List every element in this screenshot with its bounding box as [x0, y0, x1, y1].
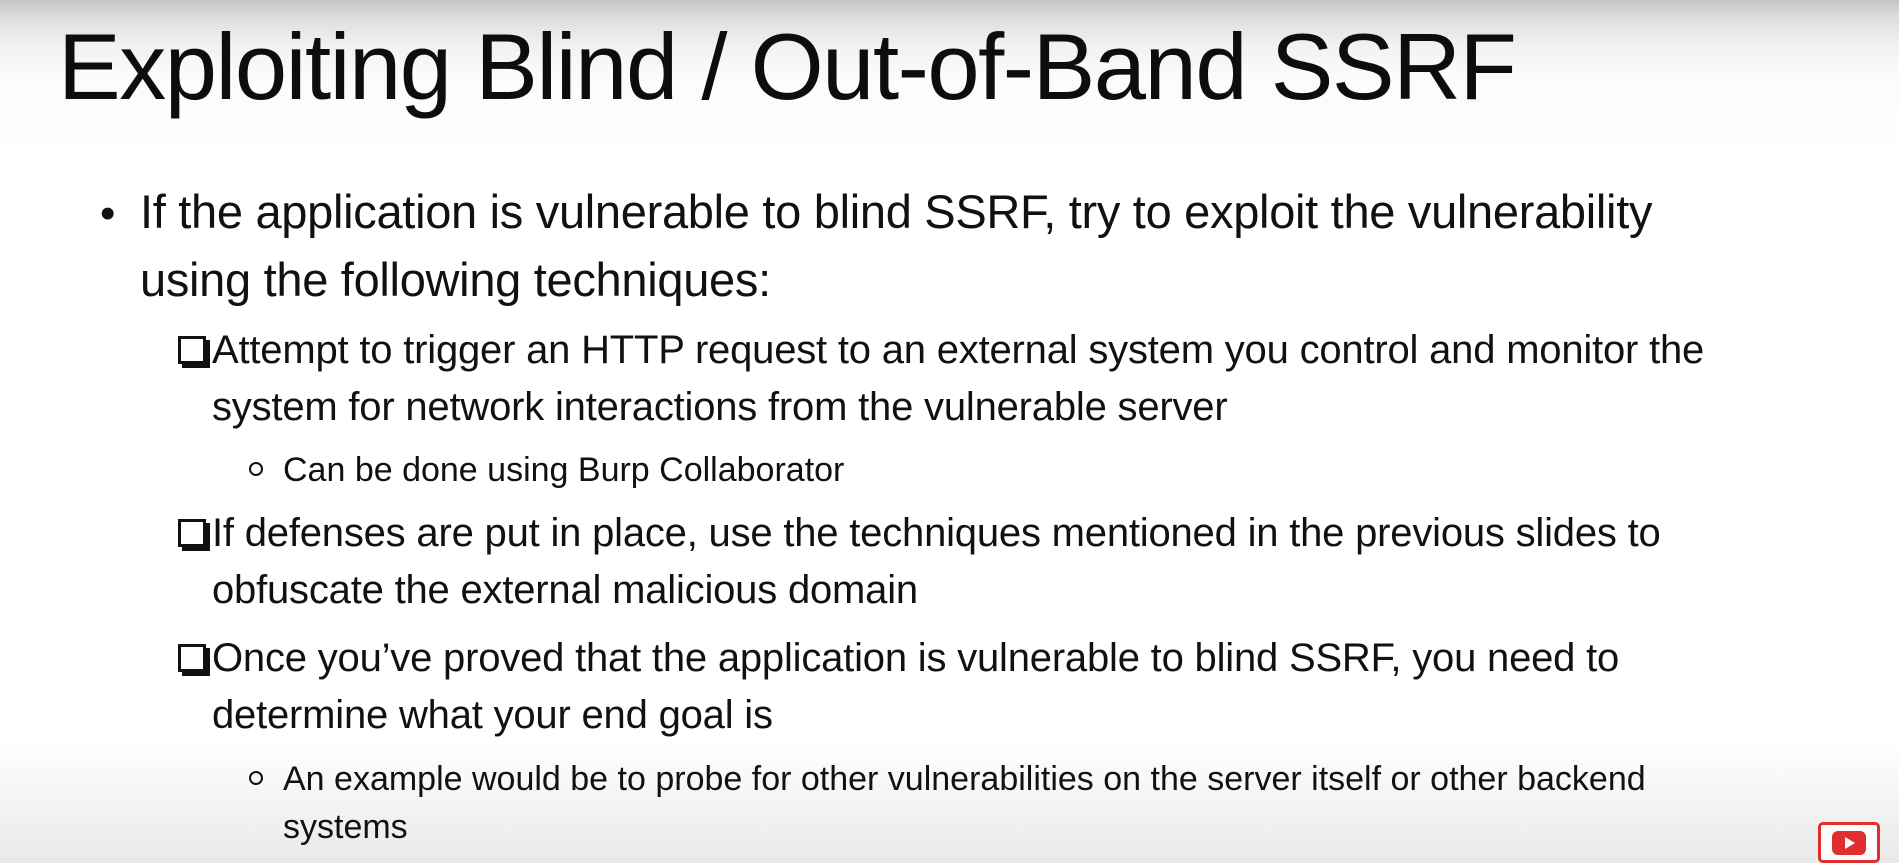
- checkbox-marker-icon: [178, 519, 206, 547]
- technique-item-3: Once you’ve proved that the application …: [178, 630, 1738, 744]
- main-bullet-text: If the application is vulnerable to blin…: [140, 185, 1653, 306]
- youtube-play-icon: [1832, 830, 1866, 855]
- youtube-play-button[interactable]: [1818, 822, 1880, 863]
- slide-content: • If the application is vulnerable to bl…: [0, 0, 1899, 863]
- circle-marker-icon: [249, 771, 263, 785]
- bullet-marker: •: [100, 189, 116, 238]
- technique-text-2: If defenses are put in place, use the te…: [212, 511, 1661, 612]
- circle-marker-icon: [249, 462, 263, 476]
- sub-point-2: An example would be to probe for other v…: [249, 755, 1689, 851]
- checkbox-marker-icon: [178, 336, 206, 364]
- technique-text-3: Once you’ve proved that the application …: [212, 636, 1620, 737]
- checkbox-marker-icon: [178, 644, 206, 672]
- technique-item-1: Attempt to trigger an HTTP request to an…: [178, 322, 1738, 436]
- technique-item-2: If defenses are put in place, use the te…: [178, 505, 1738, 619]
- technique-text-1: Attempt to trigger an HTTP request to an…: [212, 328, 1705, 429]
- sub-point-text-2: An example would be to probe for other v…: [283, 760, 1646, 846]
- main-bullet: • If the application is vulnerable to bl…: [100, 178, 1660, 314]
- sub-point-text-1: Can be done using Burp Collaborator: [283, 451, 845, 489]
- sub-point-1: Can be done using Burp Collaborator: [249, 446, 1689, 494]
